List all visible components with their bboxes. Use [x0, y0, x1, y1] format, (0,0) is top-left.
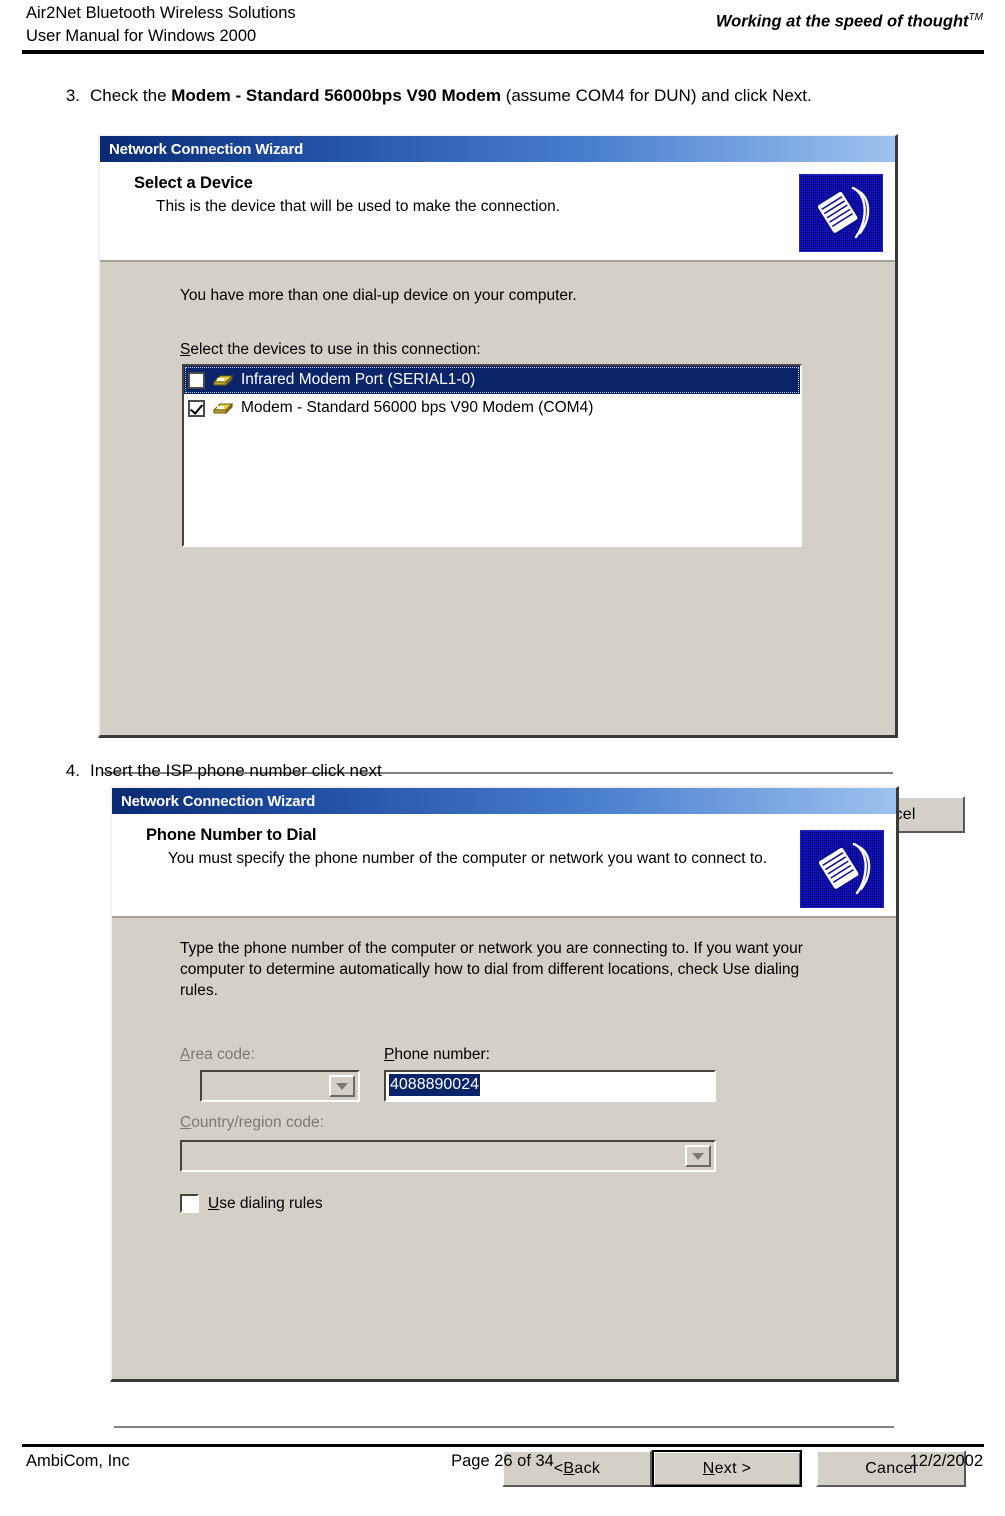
chevron-down-icon[interactable] — [685, 1145, 711, 1167]
area-code-label: Area code: — [180, 1046, 255, 1064]
use-dialing-rules-checkbox[interactable] — [180, 1194, 199, 1213]
step-3-text: Check the Modem - Standard 56000bps V90 … — [90, 83, 1002, 108]
footer-date: 12/2/2002 — [909, 1452, 983, 1470]
use-dialing-rules-row[interactable]: Use dialing rules — [180, 1194, 323, 1213]
wizard-body: You have more than one dial-up device on… — [100, 262, 965, 833]
step-3-number: 3. — [65, 86, 80, 105]
device-checkbox-modem[interactable] — [188, 399, 205, 417]
document-title-line1: Air2Net Bluetooth Wireless Solutions — [26, 4, 296, 22]
device-list-label: Select the devices to use in this connec… — [180, 339, 481, 360]
use-dialing-rules-label-rest: se dialing rules — [219, 1194, 323, 1212]
wizard-heading: Select a Device — [134, 174, 253, 192]
trademark-symbol: TM — [968, 12, 983, 23]
modem-icon — [212, 399, 234, 417]
network-connection-wizard-select-device-dialog[interactable]: Network Connection Wizard Select a Devic… — [98, 134, 965, 833]
wizard-header: Select a Device This is the device that … — [100, 162, 895, 262]
document-title: Air2Net Bluetooth Wireless Solutions Use… — [26, 2, 296, 48]
page-footer: AmbiCom, Inc Page 26 of 34 12/2/2002 — [0, 1452, 1005, 1482]
network-connection-icon — [799, 174, 883, 252]
phone-number-label: Phone number: — [384, 1046, 490, 1064]
chevron-down-icon[interactable] — [329, 1075, 355, 1097]
country-code-label: Country/region code: — [180, 1114, 324, 1132]
tagline: Working at the speed of thoughtTM — [716, 12, 983, 32]
phone-number-label-rest: hone number: — [394, 1046, 490, 1063]
list-item[interactable]: Modem - Standard 56000 bps V90 Modem (CO… — [184, 394, 800, 422]
list-item-label: Infrared Modem Port (SERIAL1-0) — [241, 371, 476, 388]
step-4-number: 4. — [65, 761, 80, 780]
header-divider — [22, 50, 984, 54]
wizard-heading: Phone Number to Dial — [146, 826, 317, 844]
list-item-label: Modem - Standard 56000 bps V90 Modem (CO… — [241, 399, 594, 416]
country-code-combobox[interactable] — [180, 1140, 716, 1172]
device-list-label-accel: S — [180, 341, 191, 358]
country-code-label-rest: ountry/region code: — [191, 1114, 324, 1131]
wizard-header: Phone Number to Dial You must specify th… — [112, 814, 896, 918]
modem-icon — [212, 371, 234, 389]
network-connection-icon — [800, 830, 884, 908]
footer-divider — [22, 1444, 984, 1447]
document-title-line2: User Manual for Windows 2000 — [26, 27, 257, 45]
dialog-titlebar: Network Connection Wizard — [100, 136, 895, 162]
footer-page-number: Page 26 of 34 — [451, 1452, 554, 1470]
list-item[interactable]: Infrared Modem Port (SERIAL1-0) — [184, 366, 800, 394]
area-code-label-rest: rea code: — [190, 1046, 255, 1063]
dialog-title: Network Connection Wizard — [109, 140, 304, 158]
wizard-subheading: You must specify the phone number of the… — [168, 850, 768, 867]
use-dialing-rules-label-accel: U — [208, 1194, 220, 1212]
step-3-text-bold: Modem - Standard 56000bps V90 Modem — [171, 86, 501, 105]
phone-number-value: 4088890024 — [389, 1074, 480, 1096]
network-connection-wizard-phone-number-dialog[interactable]: Network Connection Wizard Phone Number t… — [110, 786, 966, 1487]
device-intro-text: You have more than one dial-up device on… — [180, 287, 577, 304]
device-listbox[interactable]: Infrared Modem Port (SERIAL1-0) Modem - … — [182, 364, 802, 547]
area-code-label-accel: A — [180, 1046, 191, 1063]
step-3-text-after: (assume COM4 for DUN) and click Next. — [500, 86, 812, 105]
country-code-label-accel: C — [180, 1114, 192, 1131]
wizard-body: Type the phone number of the computer or… — [112, 918, 966, 1487]
phone-number-label-accel: P — [384, 1046, 395, 1063]
phone-intro-text: Type the phone number of the computer or… — [180, 940, 803, 999]
area-code-combobox[interactable] — [200, 1070, 360, 1102]
device-list-label-rest: elect the devices to use in this connect… — [190, 341, 481, 358]
step-3-text-before: Check the — [90, 86, 172, 105]
device-checkbox-infrared[interactable] — [188, 371, 205, 389]
step-3: 3. Check the Modem - Standard 56000bps V… — [42, 83, 1002, 108]
phone-number-input[interactable]: 4088890024 — [384, 1070, 716, 1102]
tagline-text: Working at the speed of thought — [715, 12, 969, 31]
step-4: 4. Insert the ISP phone number click nex… — [42, 758, 942, 783]
dialog-title: Network Connection Wizard — [121, 792, 316, 810]
dialog-titlebar: Network Connection Wizard — [112, 788, 896, 814]
use-dialing-rules-label: Use dialing rules — [208, 1195, 323, 1213]
page-header: Air2Net Bluetooth Wireless Solutions Use… — [0, 0, 1005, 52]
wizard-subheading: This is the device that will be used to … — [156, 198, 561, 215]
step-4-text: Insert the ISP phone number click next — [90, 761, 382, 780]
